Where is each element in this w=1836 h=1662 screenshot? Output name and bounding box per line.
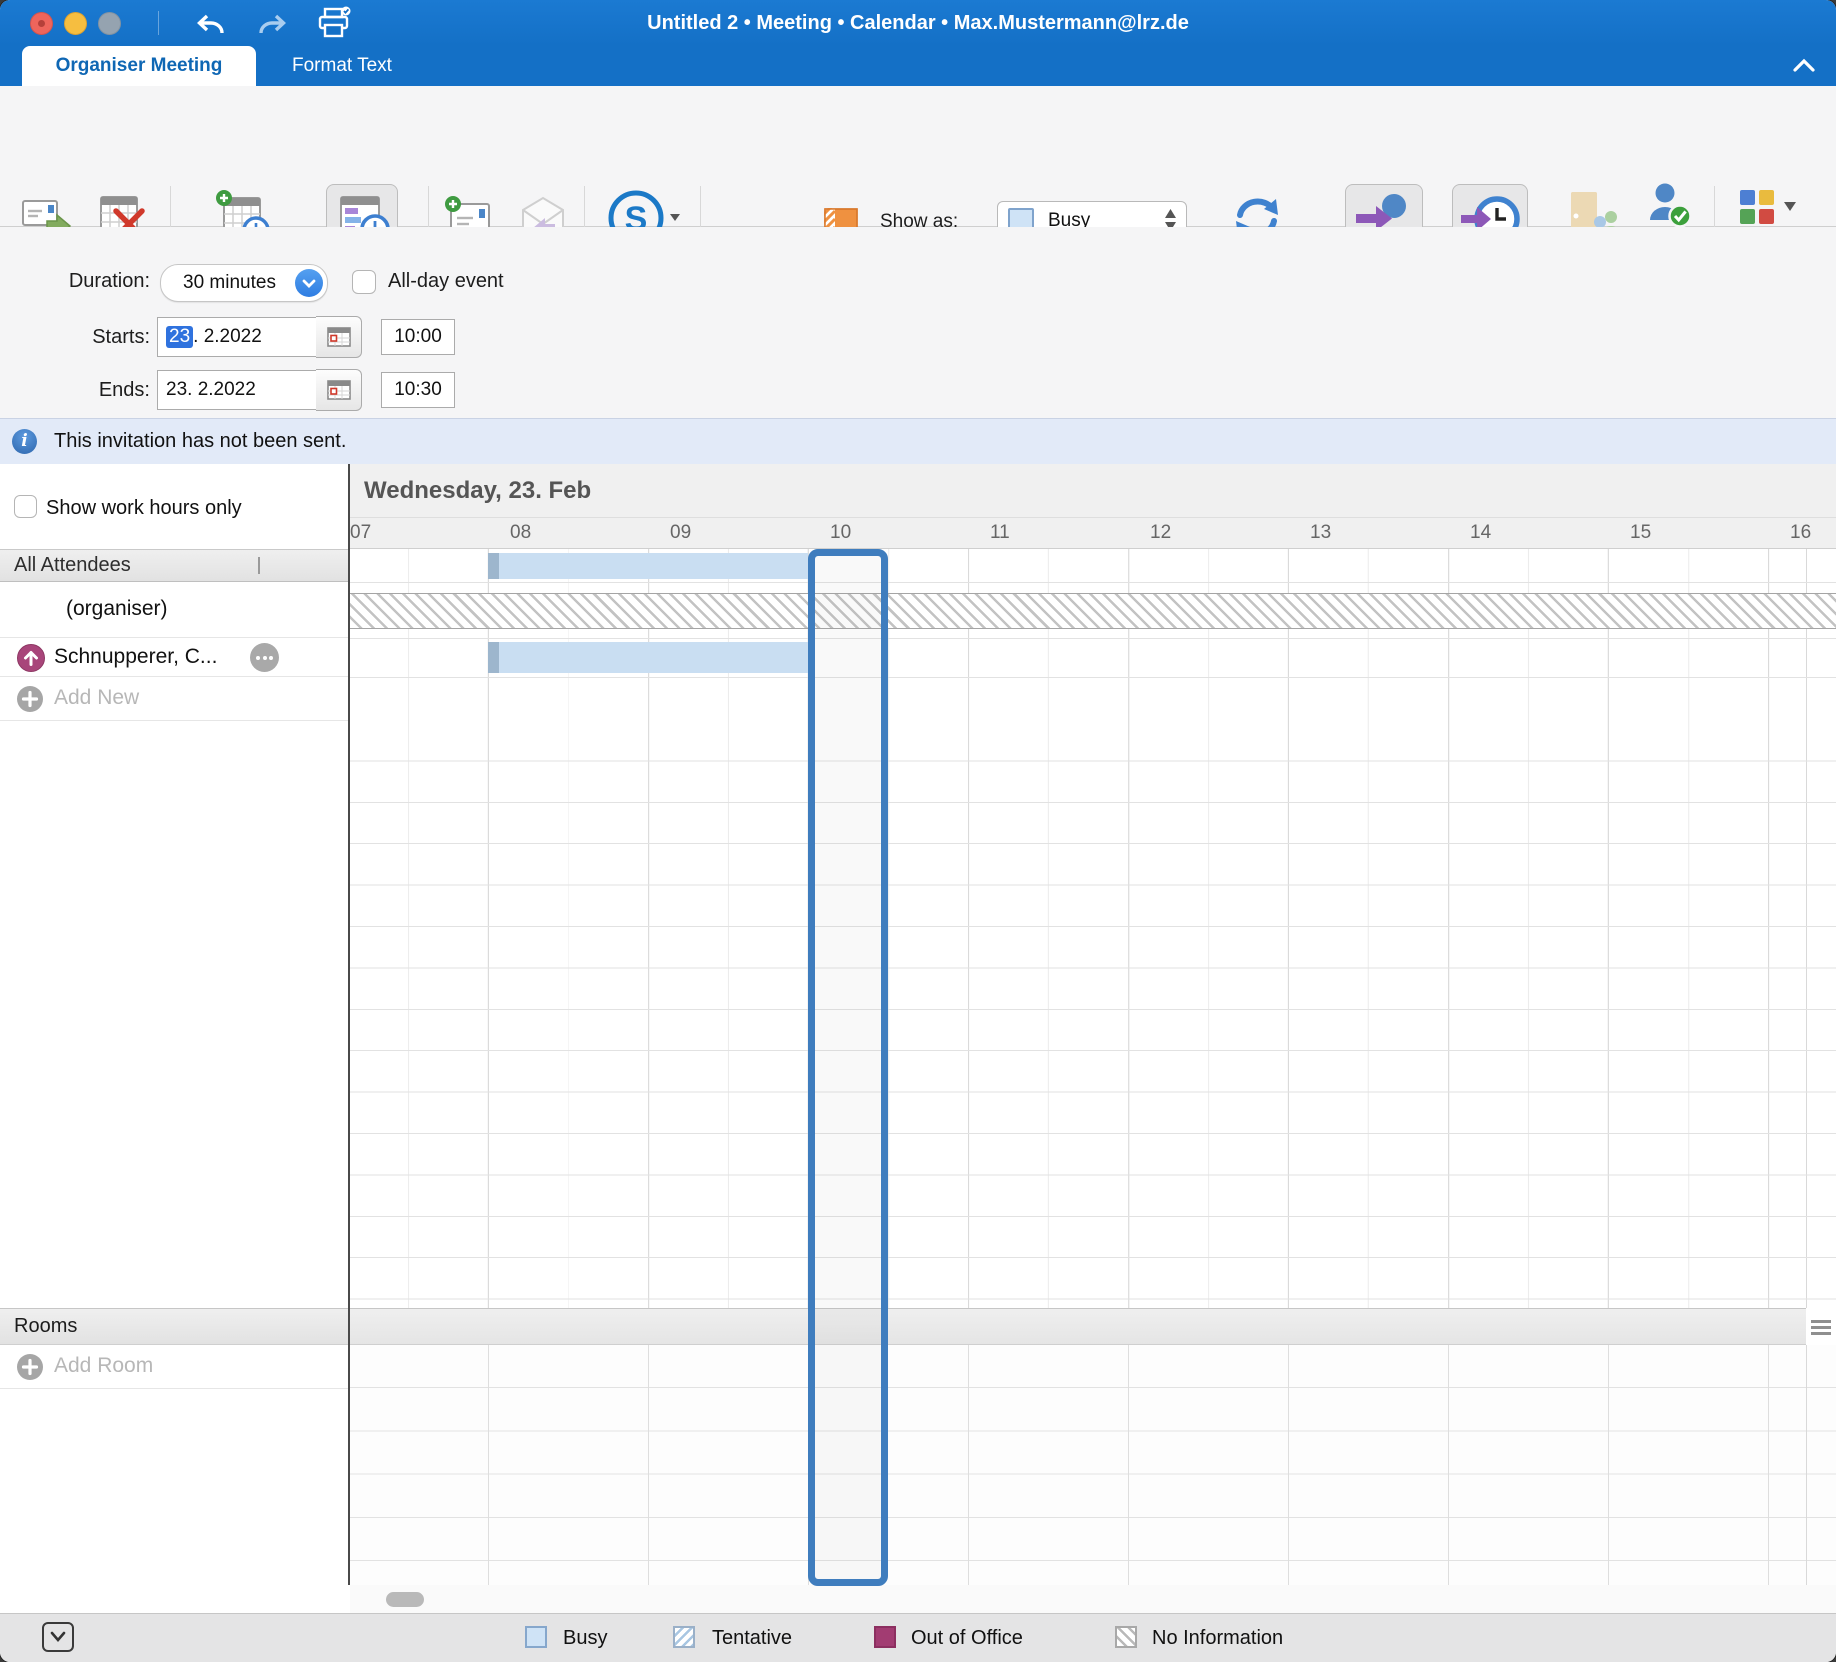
hour-labels-row: 07 08 09 10 11 12 13 14 15 16 xyxy=(350,518,1836,549)
legend-out-of-office-label: Out of Office xyxy=(911,1627,1023,1650)
add-room-label: Add Room xyxy=(54,1354,153,1378)
rooms-header-grid xyxy=(350,1308,1806,1345)
ends-time-field[interactable]: 10:30 xyxy=(381,372,455,408)
hour-label: 15 xyxy=(1630,522,1651,544)
hour-label: 16 xyxy=(1790,522,1811,544)
show-work-hours-checkbox[interactable] xyxy=(14,495,37,518)
organiser-label: (organiser) xyxy=(66,597,168,621)
grid-row-line xyxy=(350,677,1836,678)
meeting-window: Untitled 2 • Meeting • Calendar • Max.Mu… xyxy=(0,0,1836,1662)
required-attendee-icon xyxy=(17,644,45,672)
categorize-caret-icon[interactable] xyxy=(1784,198,1796,216)
busy-bar-edge xyxy=(488,553,499,579)
grid-date-header: Wednesday, 23. Feb xyxy=(350,464,1836,518)
show-work-hours-label: Show work hours only xyxy=(46,497,242,520)
legend-out-of-office-swatch xyxy=(874,1626,896,1648)
hour-label: 10 xyxy=(830,522,851,544)
scrollbar-thumb[interactable] xyxy=(386,1592,424,1607)
legend-busy-swatch xyxy=(525,1626,547,1648)
ribbon: Send Cancel xyxy=(0,86,1836,227)
infobar: i This invitation has not been sent. xyxy=(0,418,1836,466)
starts-time-field[interactable]: 10:00 xyxy=(381,319,455,355)
meeting-form: Duration: 30 minutes All-day event Start… xyxy=(0,227,1836,418)
add-icon xyxy=(17,1354,43,1380)
ends-date-field[interactable]: 23. 2.2022 xyxy=(157,370,317,410)
hour-label: 12 xyxy=(1150,522,1171,544)
rooms-grid[interactable] xyxy=(350,1345,1836,1585)
ribbon-collapse-chevron-icon[interactable] xyxy=(1790,54,1818,78)
add-new-label: Add New xyxy=(54,686,139,710)
rooms-header: Rooms xyxy=(0,1308,348,1345)
add-icon xyxy=(17,686,43,712)
ends-label: Ends: xyxy=(0,379,150,402)
all-attendees-header: All Attendees xyxy=(0,549,348,582)
attendee-options-button[interactable] xyxy=(250,643,279,672)
grid-row-line xyxy=(350,638,1836,639)
all-day-checkbox[interactable] xyxy=(352,270,376,294)
hour-label: 09 xyxy=(670,522,691,544)
ends-date-picker-button[interactable] xyxy=(316,369,362,411)
tab-format-text[interactable]: Format Text xyxy=(270,46,414,86)
attendee-row[interactable]: Schnupperer, C... xyxy=(0,638,348,677)
categorize-button[interactable] xyxy=(1738,188,1778,229)
window-title: Untitled 2 • Meeting • Calendar • Max.Mu… xyxy=(0,0,1836,46)
tab-organiser-meeting[interactable]: Organiser Meeting xyxy=(22,46,256,86)
hour-label: 08 xyxy=(510,522,531,544)
calendar-icon xyxy=(327,379,351,401)
duration-select[interactable]: 30 minutes xyxy=(160,264,328,302)
infobar-message: This invitation has not been sent. xyxy=(54,430,346,453)
hour-label: 14 xyxy=(1470,522,1491,544)
duration-value: 30 minutes xyxy=(183,272,276,294)
chevron-down-icon xyxy=(295,269,323,297)
busy-bar-attendee xyxy=(488,642,808,673)
add-room-row[interactable]: Add Room xyxy=(0,1345,348,1389)
busy-bar-all-attendees xyxy=(488,553,808,579)
hour-label: 13 xyxy=(1310,522,1331,544)
hour-label: 07 xyxy=(350,522,371,544)
starts-day-selected: 23 xyxy=(166,326,193,348)
calendar-icon xyxy=(327,326,351,348)
grid-empty-rows xyxy=(350,720,1836,1308)
collapse-rooms-button[interactable] xyxy=(42,1622,74,1652)
legend-no-information-swatch xyxy=(1115,1626,1137,1648)
busy-bar-edge xyxy=(488,642,499,673)
starts-label: Starts: xyxy=(0,326,150,349)
add-new-row[interactable]: Add New xyxy=(0,677,348,721)
chevron-down-icon xyxy=(47,1628,69,1646)
starts-date-rest: . 2.2022 xyxy=(193,326,262,348)
organiser-row[interactable]: (organiser) xyxy=(0,582,348,638)
horizontal-scrollbar[interactable] xyxy=(350,1585,1836,1613)
attendee-name: Schnupperer, C... xyxy=(54,645,217,669)
starts-date-field[interactable]: 23. 2.2022 xyxy=(157,317,317,357)
hour-label: 11 xyxy=(990,522,1010,544)
legend-tentative-label: Tentative xyxy=(712,1627,792,1650)
rooms-splitter-grip-icon[interactable] xyxy=(1811,1320,1831,1338)
duration-label: Duration: xyxy=(0,270,150,293)
legend-busy-label: Busy xyxy=(563,1627,607,1650)
meeting-time-selection[interactable] xyxy=(808,549,888,1586)
starts-date-picker-button[interactable] xyxy=(316,316,362,358)
ribbon-tabbar: Organiser Meeting Format Text xyxy=(0,46,1836,86)
grid-row-line xyxy=(350,582,1836,583)
column-resize-handle[interactable] xyxy=(258,557,260,574)
titlebar: Untitled 2 • Meeting • Calendar • Max.Mu… xyxy=(0,0,1836,46)
availability-grid[interactable] xyxy=(350,549,1836,1308)
info-icon: i xyxy=(12,429,37,454)
all-day-label: All-day event xyxy=(388,270,504,293)
no-information-hatch-organiser xyxy=(350,593,1836,629)
legend-no-information-label: No Information xyxy=(1152,1627,1283,1650)
legend-tentative-swatch xyxy=(673,1626,695,1648)
attendees-panel: Show work hours only All Attendees (orga… xyxy=(0,464,348,1585)
